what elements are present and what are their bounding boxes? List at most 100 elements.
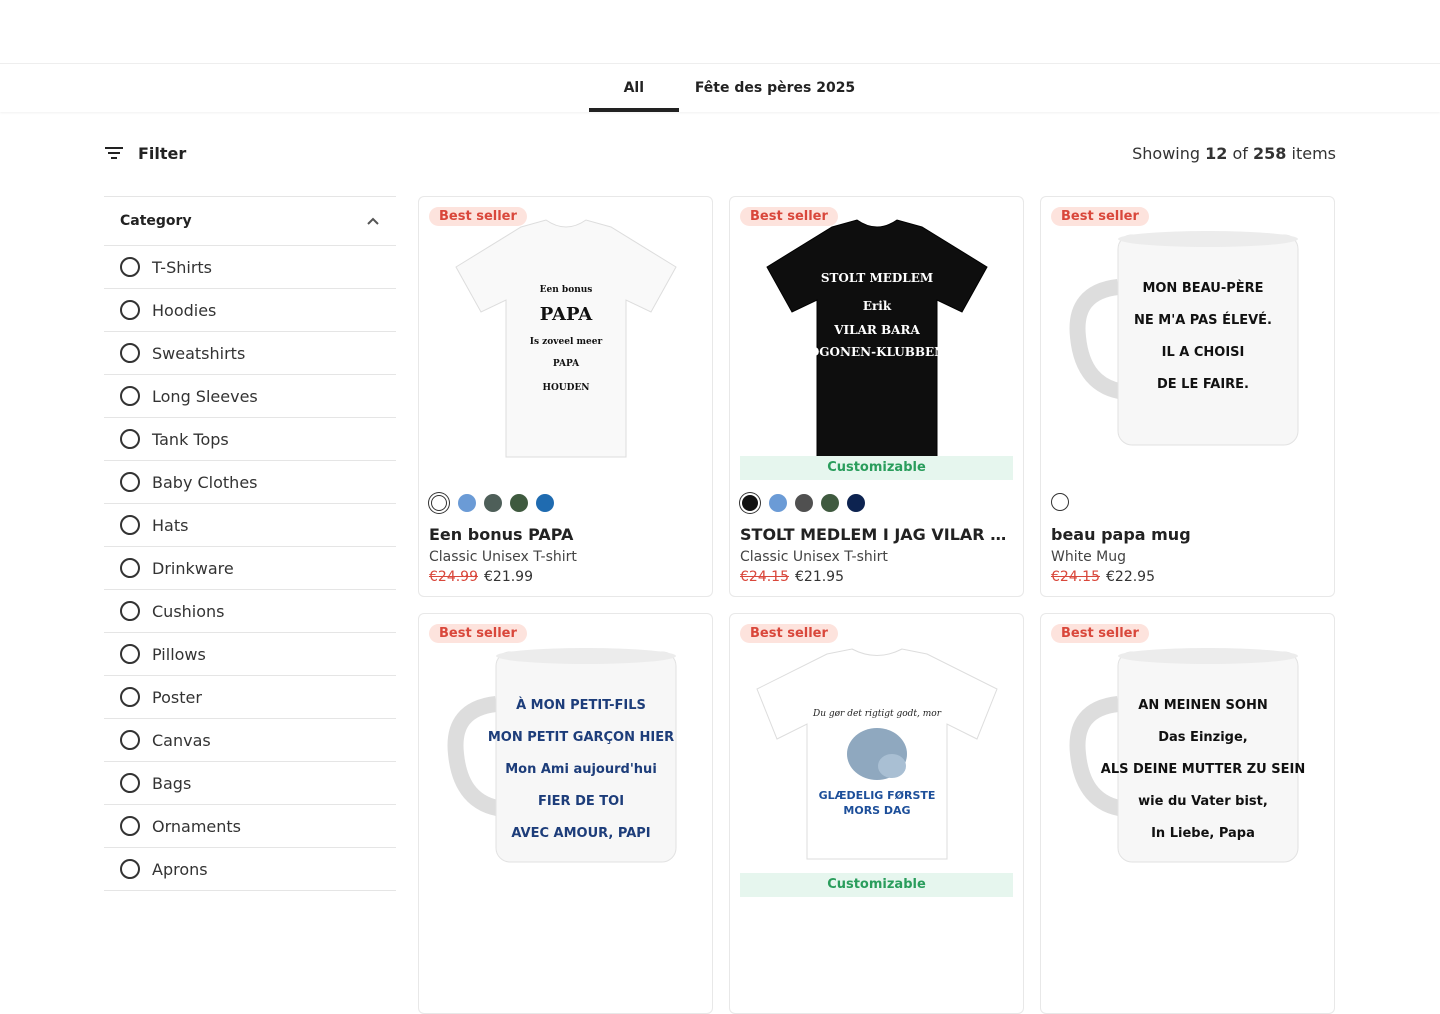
best-seller-badge: Best seller <box>740 624 838 643</box>
best-seller-badge: Best seller <box>429 207 527 226</box>
sale-price: €21.95 <box>795 569 844 585</box>
product-card[interactable]: Best seller STOLT MEDLEM Erik VILAR BARA ÖG… <box>729 196 1024 597</box>
category-label: Long Sleeves <box>152 386 258 406</box>
best-seller-badge: Best seller <box>429 624 527 643</box>
radio-button[interactable] <box>120 773 140 793</box>
radio-button[interactable] <box>120 300 140 320</box>
customizable-label: Customizable <box>740 873 1013 897</box>
radio-button[interactable] <box>120 515 140 535</box>
category-option[interactable]: Poster <box>104 676 396 719</box>
category-option[interactable]: Hoodies <box>104 289 396 332</box>
product-grid: Best seller Een bonus PAPA Is zoveel meer P… <box>418 196 1336 1014</box>
result-count-prefix: Showing <box>1132 143 1201 163</box>
product-card[interactable]: Best seller MON BEAU-PÈRE NE M'A PAS ÉLEV… <box>1040 196 1335 597</box>
svg-text:MON BEAU-PÈRE: MON BEAU-PÈRE <box>1142 280 1263 296</box>
category-option[interactable]: Hats <box>104 504 396 547</box>
color-swatch[interactable] <box>742 495 758 511</box>
radio-button[interactable] <box>120 386 140 406</box>
svg-text:MON PETIT GARÇON HIER: MON PETIT GARÇON HIER <box>487 730 673 745</box>
svg-text:AVEC AMOUR, PAPI: AVEC AMOUR, PAPI <box>511 826 650 841</box>
radio-button[interactable] <box>120 859 140 879</box>
radio-button[interactable] <box>120 687 140 707</box>
product-title[interactable]: STOLT MEDLEM I JAG VILAR BARA ÖGONEN-KLU… <box>740 525 1013 544</box>
svg-text:HOUDEN: HOUDEN <box>542 383 589 393</box>
product-card[interactable]: Best seller À MON PETIT-FILS MON PETIT GA… <box>418 613 713 1014</box>
category-option[interactable]: Canvas <box>104 719 396 762</box>
best-seller-badge: Best seller <box>1051 624 1149 643</box>
category-option[interactable]: Tank Tops <box>104 418 396 461</box>
radio-button[interactable] <box>120 257 140 277</box>
radio-button[interactable] <box>120 429 140 449</box>
radio-button[interactable] <box>120 644 140 664</box>
category-option[interactable]: Pillows <box>104 633 396 676</box>
product-card[interactable]: Best seller Een bonus PAPA Is zoveel meer P… <box>418 196 713 597</box>
price-row: €24.15 €22.95 <box>1051 569 1155 585</box>
product-image[interactable]: À MON PETIT-FILS MON PETIT GARÇON HIER Mon… <box>429 626 702 881</box>
category-option[interactable]: Sweatshirts <box>104 332 396 375</box>
color-swatch[interactable] <box>536 494 554 512</box>
customizable-label: Customizable <box>740 456 1013 480</box>
color-swatch[interactable] <box>1051 493 1069 511</box>
category-filter: Category T-Shirts Hoodies Sweatshirts Long … <box>104 196 396 891</box>
category-option[interactable]: T-Shirts <box>104 246 396 289</box>
radio-button[interactable] <box>120 558 140 578</box>
category-option[interactable]: Baby Clothes <box>104 461 396 504</box>
svg-text:À MON PETIT-FILS: À MON PETIT-FILS <box>516 697 646 713</box>
product-card[interactable]: Best seller AN MEINEN SOHN Das Einzige, AL… <box>1040 613 1335 1014</box>
category-option[interactable]: Cushions <box>104 590 396 633</box>
category-heading: Category <box>120 213 192 229</box>
category-label: Baby Clothes <box>152 472 258 492</box>
category-label: Ornaments <box>152 816 242 836</box>
color-swatch[interactable] <box>769 494 787 512</box>
product-image[interactable]: AN MEINEN SOHN Das Einzige, ALS DEINE MUTT… <box>1051 626 1324 881</box>
color-swatch[interactable] <box>795 494 813 512</box>
svg-text:FIER DE TOI: FIER DE TOI <box>537 794 623 809</box>
product-image[interactable]: MON BEAU-PÈRE NE M'A PAS ÉLEVÉ. IL A CHOIS… <box>1051 209 1324 464</box>
svg-text:Das Einzige,: Das Einzige, <box>1158 730 1248 745</box>
sale-price: €21.99 <box>484 569 533 585</box>
svg-text:ALS DEINE MUTTER ZU SEIN: ALS DEINE MUTTER ZU SEIN <box>1100 762 1304 777</box>
filter-button[interactable]: Filter <box>104 144 186 163</box>
product-image[interactable]: Een bonus PAPA Is zoveel meer PAPA HOUDEN <box>429 209 702 464</box>
category-option[interactable]: Drinkware <box>104 547 396 590</box>
color-swatch[interactable] <box>847 494 865 512</box>
svg-text:Erik: Erik <box>862 299 891 313</box>
radio-button[interactable] <box>120 816 140 836</box>
radio-button[interactable] <box>120 601 140 621</box>
category-label: Poster <box>152 687 202 707</box>
svg-text:IL A CHOISI: IL A CHOISI <box>1161 345 1244 360</box>
tab-all[interactable]: All <box>588 64 679 112</box>
filter-label: Filter <box>138 143 187 163</box>
result-count: Showing 12 of 258 items <box>1132 144 1336 163</box>
radio-button[interactable] <box>120 472 140 492</box>
category-option[interactable]: Aprons <box>104 848 396 891</box>
color-swatch[interactable] <box>821 494 839 512</box>
color-swatches <box>740 493 865 513</box>
category-label: Hoodies <box>152 300 217 320</box>
product-image[interactable]: STOLT MEDLEM Erik VILAR BARA ÖGONEN-KLUBBEN <box>740 209 1013 464</box>
color-swatches <box>1051 493 1069 511</box>
radio-button[interactable] <box>120 730 140 750</box>
category-option[interactable]: Long Sleeves <box>104 375 396 418</box>
color-swatch[interactable] <box>458 494 476 512</box>
product-card[interactable]: Best seller Du gør det rigtigt godt, mor… <box>729 613 1024 1014</box>
color-swatch[interactable] <box>510 494 528 512</box>
color-swatch[interactable] <box>431 495 447 511</box>
svg-text:Een bonus: Een bonus <box>539 285 592 295</box>
tab-fete-des-peres[interactable]: Fête des pères 2025 <box>679 64 871 112</box>
svg-text:MORS DAG: MORS DAG <box>843 804 910 817</box>
category-option[interactable]: Bags <box>104 762 396 805</box>
price-row: €24.15 €21.95 <box>740 569 844 585</box>
product-image[interactable]: Du gør det rigtigt godt, mor GLÆDELIG FØ… <box>740 626 1013 881</box>
svg-text:Is zoveel meer: Is zoveel meer <box>529 337 602 347</box>
category-header[interactable]: Category <box>104 196 396 246</box>
product-title[interactable]: beau papa mug <box>1051 525 1324 544</box>
radio-button[interactable] <box>120 343 140 363</box>
color-swatch[interactable] <box>484 494 502 512</box>
category-label: Pillows <box>152 644 206 664</box>
product-title[interactable]: Een bonus PAPA <box>429 525 702 544</box>
product-type: Classic Unisex T-shirt <box>740 549 888 565</box>
svg-text:ÖGONEN-KLUBBEN: ÖGONEN-KLUBBEN <box>808 343 944 359</box>
category-label: Canvas <box>152 730 211 750</box>
category-option[interactable]: Ornaments <box>104 805 396 848</box>
